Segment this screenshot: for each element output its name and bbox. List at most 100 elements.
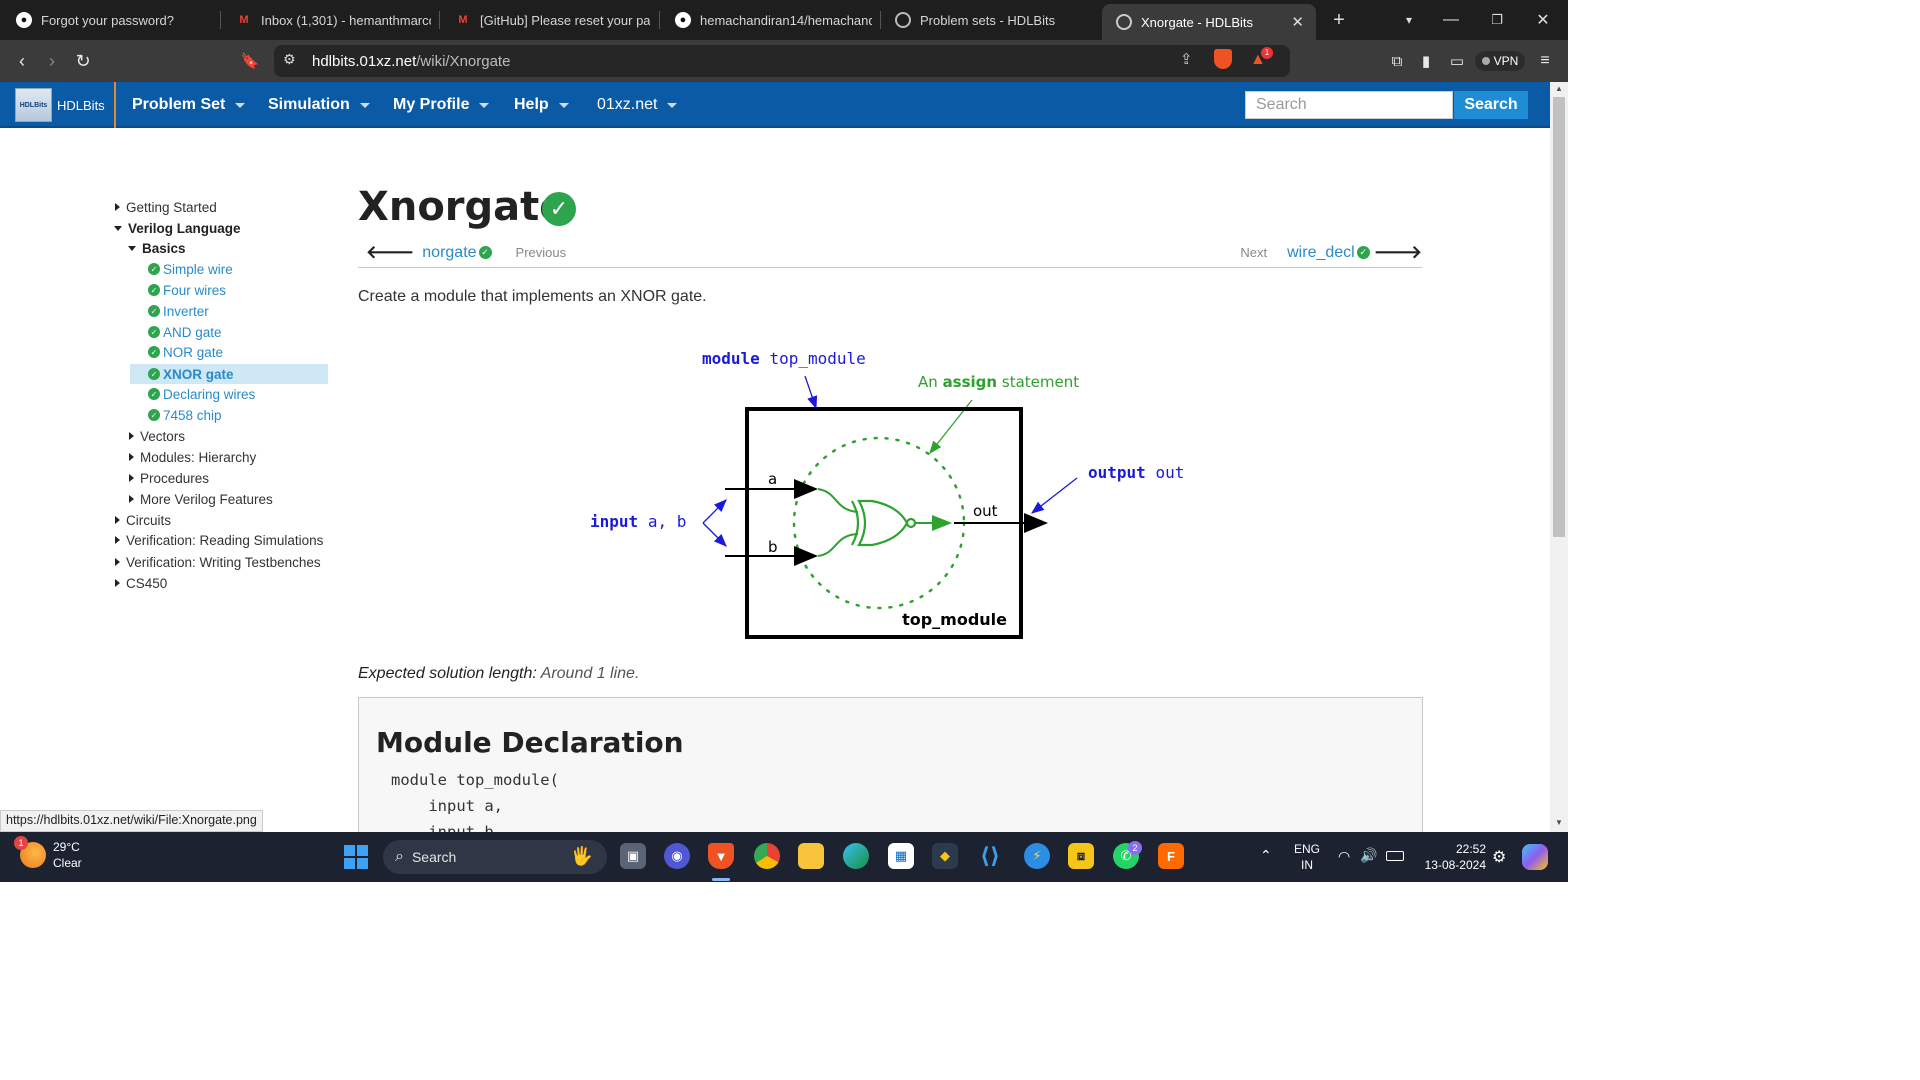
sidebar-item-xnor-gate[interactable]: ✓ XNOR gate [130,364,328,384]
tab-title: Inbox (1,301) - hemanthmarco1 [261,12,431,28]
close-window-button[interactable]: ✕ [1520,0,1566,40]
diagram-box-label: top_module [902,610,1007,629]
sidebar-item-inverter[interactable]: ✓ Inverter [148,301,209,321]
sidebar-item-four-wires[interactable]: ✓ Four wires [148,280,226,300]
volume-icon[interactable]: 🔊 [1360,847,1377,864]
meet-icon[interactable]: ◉ [664,843,690,869]
sidebar-item-declaring-wires[interactable]: ✓ Declaring wires [148,384,255,404]
address-bar[interactable]: ⚙ hdlbits.01xz.net/wiki/Xnorgate ⇪ ▲ 1 [274,45,1290,77]
sidebar-item-label: CS450 [126,575,168,591]
input-pointer-a [702,499,727,524]
xnor-diagram[interactable]: module top_module An assign statement to… [580,340,1200,650]
extensions-icon[interactable]: ⧉ [1384,48,1410,74]
nav-01xz[interactable]: 01xz.net [597,82,678,128]
tab-xnorgate[interactable]: Xnorgate - HDLBits ✕ [1102,4,1316,40]
tray-chevron-up-icon[interactable]: ⌃ [1260,847,1272,864]
code-line: module top_module( [391,771,559,789]
nav-problem-set[interactable]: Problem Set [132,82,246,128]
sidebar-toggle-icon[interactable]: ▮ [1413,48,1439,74]
sidebar-item-procedures[interactable]: Procedures [129,468,209,488]
brand-name: HDLBits [57,97,105,113]
sidebar-item-label: Getting Started [126,199,217,215]
bookmark-icon[interactable]: 🔖 [237,48,263,74]
sidebar-item-verilog-language[interactable]: Verilog Language [114,218,241,238]
tab-problem-sets[interactable]: Problem sets - HDLBits [895,0,1095,40]
nav-my-profile[interactable]: My Profile [393,82,490,128]
edge-icon[interactable] [843,843,869,869]
close-tab-icon[interactable]: ✕ [1291,13,1304,31]
forward-button[interactable]: › [39,48,65,74]
taskbar-search[interactable]: ⌕ Search 🖐 [383,840,607,874]
expected-label: Expected solution length: [358,665,537,682]
whatsapp-badge: 2 [1128,841,1142,855]
nav-simulation[interactable]: Simulation [268,82,370,128]
start-button[interactable] [344,845,368,869]
scroll-up-icon[interactable]: ▲ [1550,84,1568,98]
next-link[interactable]: Next wire_decl ✓ 🡒 [1240,242,1422,263]
scroll-thumb[interactable] [1553,97,1565,537]
tab-github-reset[interactable]: M [GitHub] Please reset your pass [455,0,660,40]
nav-help[interactable]: Help [514,82,569,128]
sidebar-item-verification-reading[interactable]: Verification: Reading Simulations [115,530,323,550]
prev-link[interactable]: 🡐 norgate ✓ Previous [366,242,566,263]
diagram-input-label: input a, b [590,512,686,531]
tab-github-repo[interactable]: ● hemachandiran14/hemachandi [675,0,881,40]
new-tab-button[interactable]: + [1316,0,1362,40]
page-title: Xnorgate [358,184,567,230]
next-link-label: wire_decl [1287,243,1355,261]
page-scrollbar[interactable]: ▲ ▼ [1550,82,1568,832]
brave-browser-icon[interactable]: ▼ [708,843,734,869]
sidebar-item-and-gate[interactable]: ✓ AND gate [148,322,222,342]
brave-shields-icon[interactable] [1214,49,1232,69]
sidebar-item-modules-hierarchy[interactable]: Modules: Hierarchy [129,447,256,467]
language-indicator[interactable]: ENG IN [1292,841,1322,873]
scroll-down-icon[interactable]: ▼ [1550,818,1568,832]
git-icon[interactable]: ◆ [932,843,958,869]
restore-button[interactable]: ❐ [1474,0,1520,40]
site-settings-icon[interactable]: ⚙ [283,51,296,68]
tab-gmail-inbox[interactable]: M Inbox (1,301) - hemanthmarco1 [236,0,440,40]
tab-list-chevron-icon[interactable]: ▾ [1386,0,1432,40]
wallet-icon[interactable]: ▭ [1444,48,1470,74]
tab-title: [GitHub] Please reset your pass [480,12,650,28]
minimize-button[interactable]: — [1428,0,1474,40]
menu-icon[interactable]: ≡ [1532,48,1558,74]
share-icon[interactable]: ⇪ [1180,50,1193,68]
file-explorer-icon[interactable] [798,843,824,869]
clock[interactable]: 22:52 13-08-2024 [1414,841,1486,873]
fusion-icon[interactable]: F [1158,843,1184,869]
sidebar-item-label: Verification: Reading Simulations [126,532,324,548]
back-button[interactable]: ‹ [9,48,35,74]
site-search-button[interactable]: Search [1454,91,1528,119]
wifi-icon[interactable]: ◠ [1338,848,1350,865]
sidebar-item-circuits[interactable]: Circuits [115,510,171,530]
vscode-icon[interactable]: ⟨⟩ [977,843,1003,869]
logisim-icon[interactable]: ⧈ [1068,843,1094,869]
task-view-icon[interactable]: ▣ [620,843,646,869]
brand-link[interactable]: HDLBits HDLBits [0,82,116,128]
sidebar-item-more-verilog-features[interactable]: More Verilog Features [129,489,273,509]
copilot-icon[interactable] [1522,844,1548,870]
store-icon[interactable]: ▦ [888,843,914,869]
site-search-input[interactable] [1245,91,1453,119]
reload-button[interactable]: ↻ [70,48,96,74]
github-icon: ● [16,12,32,28]
sidebar-item-vectors[interactable]: Vectors [129,426,185,446]
sidebar-item-nor-gate[interactable]: ✓ NOR gate [148,342,223,362]
sidebar-item-basics[interactable]: Basics [128,238,186,258]
sidebar-item-simple-wire[interactable]: ✓ Simple wire [148,259,233,279]
sidebar-item-label: Simple wire [163,261,233,277]
chrome-icon[interactable] [754,843,780,869]
vpn-button[interactable]: VPN [1475,51,1525,71]
python-icon[interactable]: ⚡ [1024,843,1050,869]
sidebar-item-7458-chip[interactable]: ✓ 7458 chip [148,405,222,425]
sidebar-item-getting-started[interactable]: Getting Started [115,197,217,217]
tab-forgot-password[interactable]: ● Forgot your password? [16,0,221,40]
sidebar-item-cs450[interactable]: CS450 [115,573,167,593]
nav-label: Help [514,96,549,113]
sidebar-item-verification-writing[interactable]: Verification: Writing Testbenches [115,552,321,572]
battery-icon[interactable] [1386,851,1404,861]
caret-down-icon [114,225,122,231]
settings-gear-icon[interactable]: ⚙ [1492,847,1506,867]
weather-widget[interactable]: 1 29°C Clear [14,836,82,871]
